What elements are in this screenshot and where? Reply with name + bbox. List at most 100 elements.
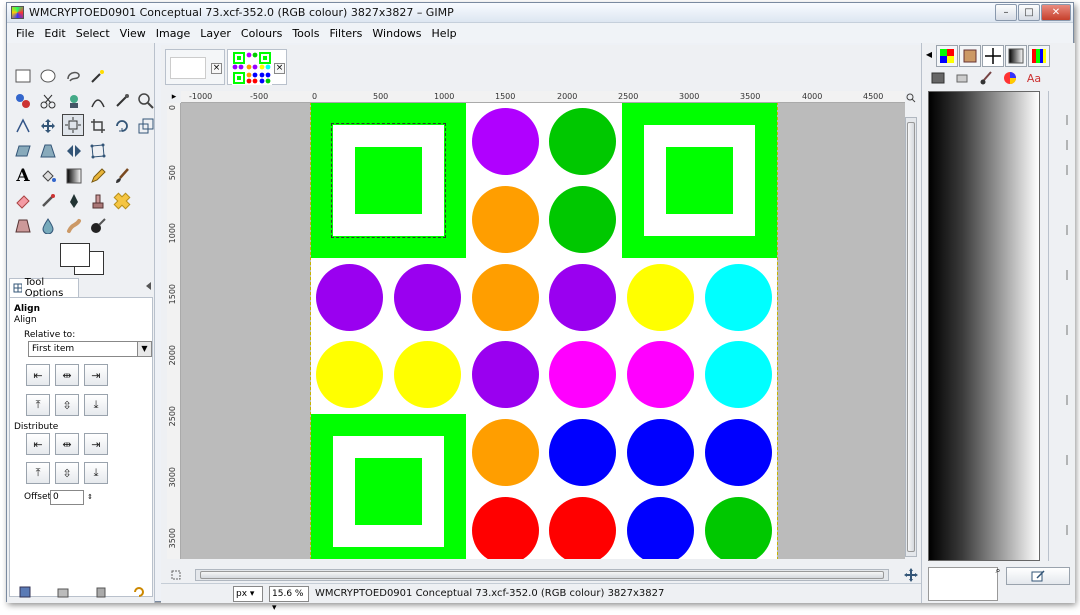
cage-transform-tool-icon[interactable] [87, 140, 109, 162]
tab-colormap[interactable] [1028, 45, 1050, 67]
menu-edit[interactable]: Edit [39, 27, 70, 40]
blur-sharpen-tool-icon[interactable] [37, 215, 59, 237]
gimp-app-icon[interactable] [11, 6, 24, 19]
canvas-circle[interactable] [627, 341, 694, 408]
canvas-circle[interactable] [549, 108, 616, 175]
canvas-circle[interactable] [472, 497, 539, 559]
zoom-on-resize-icon[interactable] [905, 91, 917, 105]
menu-layer[interactable]: Layer [195, 27, 236, 40]
align-right-edge-button[interactable]: ⇥ [84, 364, 108, 386]
canvas-circle[interactable] [549, 264, 616, 331]
align-middle-button[interactable]: ⇳ [55, 394, 79, 416]
foreground-select-tool-icon[interactable] [63, 90, 85, 112]
horizontal-scroll-thumb[interactable] [200, 571, 884, 579]
ellipse-select-tool-icon[interactable] [37, 65, 59, 87]
canvas-circle[interactable] [394, 341, 461, 408]
dock-preview-pin-icon[interactable]: ⌕ [992, 565, 1004, 577]
canvas-circle[interactable] [549, 419, 616, 486]
close-icon[interactable]: × [211, 63, 222, 74]
menu-help[interactable]: Help [427, 27, 462, 40]
relative-to-select[interactable]: First item ▼ [28, 341, 152, 357]
delete-tool-preset-icon[interactable] [93, 584, 109, 600]
gradient-preview[interactable] [928, 91, 1040, 561]
color-wheel-icon[interactable] [1000, 69, 1020, 87]
distribute-top-button[interactable]: ⤒ [26, 462, 50, 484]
smudge-tool-icon[interactable] [63, 215, 85, 237]
offset-input[interactable]: 0 [50, 490, 84, 505]
canvas-circle[interactable] [627, 419, 694, 486]
eraser-tool-icon[interactable] [12, 190, 34, 212]
rect-select-tool-icon[interactable] [12, 65, 34, 87]
distribute-bottom-button[interactable]: ⤓ [84, 462, 108, 484]
distribute-center-button[interactable]: ⇹ [55, 433, 79, 455]
image-canvas[interactable] [310, 103, 778, 559]
canvas-circle[interactable] [472, 264, 539, 331]
green-square-frame[interactable] [311, 414, 466, 559]
align-bottom-edge-button[interactable]: ⤓ [84, 394, 108, 416]
menu-tools[interactable]: Tools [287, 27, 324, 40]
device-status-icon[interactable] [952, 69, 972, 87]
fonts-icon[interactable]: Aa [1024, 69, 1044, 87]
canvas-circle[interactable] [705, 497, 772, 559]
unit-select[interactable]: px ▾ [233, 585, 263, 602]
menu-windows[interactable]: Windows [367, 27, 426, 40]
heal-tool-icon[interactable] [111, 190, 133, 212]
fuzzy-select-tool-icon[interactable] [87, 65, 109, 87]
menu-colours[interactable]: Colours [236, 27, 287, 40]
canvas-circle[interactable] [549, 341, 616, 408]
blend-tool-icon[interactable] [63, 165, 85, 187]
bucket-fill-tool-icon[interactable] [37, 165, 59, 187]
paintbrush-tool-icon[interactable] [111, 165, 133, 187]
menu-select[interactable]: Select [71, 27, 115, 40]
tool-presets-icon[interactable] [928, 69, 948, 87]
align-tool-icon[interactable] [62, 114, 84, 136]
configure-tab-icon[interactable] [143, 279, 155, 293]
canvas-circle[interactable] [394, 264, 461, 331]
crop-tool-icon[interactable] [87, 115, 109, 137]
vertical-scrollbar[interactable] [905, 117, 917, 557]
align-left-edge-button[interactable]: ⇤ [26, 364, 50, 386]
shear-tool-icon[interactable] [12, 140, 34, 162]
rotate-tool-icon[interactable] [111, 115, 133, 137]
close-button[interactable]: ✕ [1041, 4, 1071, 21]
canvas-circle[interactable] [549, 186, 616, 253]
pencil-tool-icon[interactable] [87, 165, 109, 187]
menu-image[interactable]: Image [151, 27, 195, 40]
text-tool-icon[interactable]: A [12, 165, 34, 187]
chevron-down-icon[interactable]: ▼ [137, 342, 151, 356]
measure-tool-icon[interactable] [12, 115, 34, 137]
tab-gradients[interactable] [1005, 45, 1027, 67]
green-square-frame[interactable] [622, 103, 777, 258]
canvas-circle[interactable] [316, 264, 383, 331]
restore-tool-preset-icon[interactable] [55, 584, 71, 600]
canvas-circle[interactable] [472, 186, 539, 253]
zoom-select[interactable]: 15.6 % ▾ [269, 585, 309, 613]
move-tool-icon[interactable] [37, 115, 59, 137]
tab-patterns[interactable] [959, 45, 981, 67]
canvas-circle[interactable] [705, 341, 772, 408]
paths-tool-icon[interactable] [87, 90, 109, 112]
image-tab-conceptual[interactable]: × [227, 49, 287, 85]
canvas-circle[interactable] [472, 419, 539, 486]
distribute-right-button[interactable]: ⇥ [84, 433, 108, 455]
minimize-button[interactable]: – [995, 4, 1017, 21]
color-picker-tool-icon[interactable] [111, 90, 133, 112]
image-viewport[interactable] [181, 103, 905, 559]
tab-tool-options[interactable]: Tool Options [9, 277, 79, 299]
offset-spin-icon[interactable]: ⇕ [86, 488, 94, 506]
title-bar[interactable]: WMCRYPTOED0901 Conceptual 73.xcf-352.0 (… [7, 3, 1073, 23]
perspective-tool-icon[interactable] [37, 140, 59, 162]
fg-bg-color-selector[interactable] [60, 243, 104, 275]
canvas-circle[interactable] [549, 497, 616, 559]
ink-tool-icon[interactable] [63, 190, 85, 212]
distribute-middle-button[interactable]: ⇳ [55, 462, 79, 484]
menu-view[interactable]: View [115, 27, 151, 40]
paint-dynamics-icon[interactable] [976, 69, 996, 87]
scissors-tool-icon[interactable] [37, 90, 59, 112]
canvas-circle[interactable] [627, 264, 694, 331]
canvas-circle[interactable] [316, 341, 383, 408]
menu-file[interactable]: File [11, 27, 39, 40]
canvas-circle[interactable] [627, 497, 694, 559]
scale-tool-icon[interactable] [135, 115, 157, 137]
navigate-icon[interactable] [903, 567, 919, 583]
